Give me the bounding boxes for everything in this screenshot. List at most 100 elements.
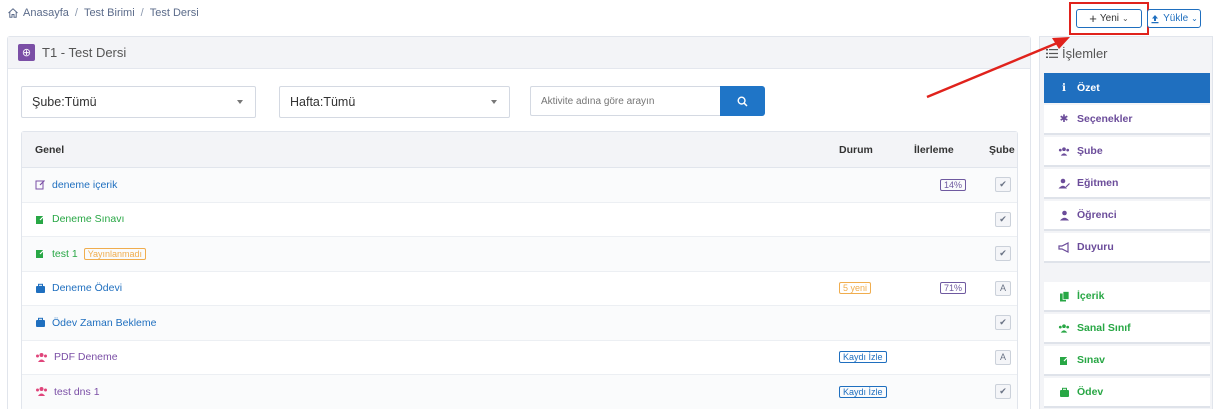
users-icon — [36, 352, 47, 362]
hafta-filter-value: Hafta:Tümü — [290, 95, 356, 109]
activity-link[interactable]: PDF Deneme — [35, 351, 118, 363]
edit-icon — [36, 214, 45, 224]
breadcrumb-separator: / — [140, 7, 144, 19]
sidebar-item-label: Sınav — [1077, 354, 1106, 366]
sidebar-item-odev[interactable]: Ödev — [1044, 378, 1210, 408]
briefcase-icon — [1058, 386, 1070, 398]
check-icon[interactable]: ✔ — [995, 384, 1011, 400]
check-icon[interactable]: ✔ — [995, 246, 1011, 262]
check-icon[interactable]: ✔ — [995, 315, 1011, 331]
sidebar-item-sinav[interactable]: Sınav — [1044, 346, 1210, 376]
header-sube: Şube — [989, 143, 1015, 156]
header-durum: Durum — [839, 143, 873, 156]
sidebar-item-duyuru[interactable]: Duyuru — [1044, 233, 1210, 263]
breadcrumb-home[interactable]: Anasayfa — [23, 7, 69, 19]
breadcrumb-course[interactable]: Test Dersi — [150, 7, 199, 19]
edit-icon — [36, 249, 45, 259]
progress-badge: 14% — [940, 178, 967, 191]
activity-link[interactable]: Ödev Zaman Bekleme — [35, 317, 156, 329]
table-row[interactable]: Deneme Ödevi 5 yeni 71% A — [22, 272, 1017, 306]
activity-link[interactable]: test 1 Yayınlanmadı — [35, 247, 147, 260]
sidebar-item-icerik[interactable]: İçerik — [1044, 282, 1210, 312]
list-icon — [1046, 48, 1058, 58]
activity-table: Genel Durum İlerleme Şube deneme içerik … — [21, 131, 1018, 409]
activity-name: Deneme Sınavı — [52, 213, 125, 226]
sidebar-item-label: Öğrenci — [1077, 209, 1117, 221]
files-icon — [1058, 290, 1070, 302]
sidebar-item-label: Ödev — [1077, 386, 1104, 398]
course-card: ⊕ T1 - Test Dersi Şube:Tümü Hafta:Tümü G… — [7, 36, 1031, 409]
edit-outline-icon — [35, 180, 45, 190]
search-icon — [737, 95, 748, 107]
header-ilerleme: İlerleme — [914, 143, 954, 156]
sidebar-item-ogrenci[interactable]: Öğrenci — [1044, 201, 1210, 231]
watch-recording-badge[interactable]: Kaydı İzle — [839, 385, 887, 398]
course-header: ⊕ T1 - Test Dersi — [8, 37, 1030, 69]
check-icon[interactable]: ✔ — [995, 177, 1011, 193]
briefcase-icon — [36, 283, 45, 293]
sidebar-item-sanal-sinif[interactable]: Sanal Sınıf — [1044, 314, 1210, 344]
sidebar-item-label: Eğitmen — [1077, 177, 1119, 189]
section-badge[interactable]: A — [995, 280, 1011, 296]
table-row[interactable]: PDF Deneme Kaydı İzle A — [22, 341, 1017, 375]
table-row[interactable]: test dns 1 Kaydı İzle ✔ — [22, 375, 1017, 409]
activity-link[interactable]: test dns 1 — [35, 386, 100, 398]
upload-button[interactable]: Yükle ⌄ — [1147, 9, 1201, 28]
breadcrumb: Anasayfa / Test Birimi / Test Dersi — [7, 6, 199, 20]
sidebar-item-ozet[interactable]: i Özet — [1044, 73, 1210, 103]
new-count-badge[interactable]: 5 yeni — [839, 282, 872, 295]
activity-link[interactable]: Deneme Sınavı — [35, 213, 124, 225]
activity-name: PDF Deneme — [54, 351, 118, 364]
table-row[interactable]: Ödev Zaman Bekleme ✔ — [22, 306, 1017, 341]
sidebar-title: İşlemler — [1062, 45, 1108, 61]
megaphone-icon — [1058, 241, 1070, 253]
section-badge[interactable]: A — [995, 349, 1011, 365]
upload-button-label: Yükle — [1163, 13, 1189, 24]
sidebar-item-label: Şube — [1077, 145, 1103, 157]
watch-recording-badge[interactable]: Kaydı İzle — [839, 351, 887, 364]
activity-name: Ödev Zaman Bekleme — [52, 316, 157, 329]
sube-filter-value: Şube:Tümü — [32, 95, 97, 109]
globe-icon: ⊕ — [18, 44, 35, 61]
activity-search-input[interactable] — [530, 86, 721, 116]
sube-filter-select[interactable]: Şube:Tümü — [21, 86, 256, 118]
activity-link[interactable]: deneme içerik — [35, 179, 117, 191]
sidebar-item-label: Seçenekler — [1077, 113, 1133, 125]
breadcrumb-separator: / — [74, 7, 78, 19]
gear-icon: ✱ — [1059, 113, 1069, 125]
user-icon — [1058, 209, 1070, 221]
progress-badge: 71% — [940, 282, 967, 295]
users-icon — [1058, 322, 1070, 334]
activity-link[interactable]: Deneme Ödevi — [35, 282, 122, 294]
edit-icon — [1058, 354, 1070, 366]
users-icon — [1058, 145, 1070, 157]
upload-icon — [1151, 14, 1159, 23]
course-title: T1 - Test Dersi — [42, 45, 127, 60]
table-header: Genel Durum İlerleme Şube — [22, 132, 1017, 168]
table-row[interactable]: deneme içerik 14% ✔ — [22, 168, 1017, 203]
hafta-filter-select[interactable]: Hafta:Tümü — [279, 86, 510, 118]
activity-name: Deneme Ödevi — [52, 282, 123, 295]
sidebar-item-label: Özet — [1077, 82, 1100, 94]
table-row[interactable]: test 1 Yayınlanmadı ✔ — [22, 237, 1017, 272]
chevron-down-icon: ⌄ — [1191, 14, 1198, 23]
actions-sidebar: İşlemler i Özet ✱ Seçenekler Şube Eğitme… — [1039, 36, 1213, 409]
breadcrumb-unit[interactable]: Test Birimi — [84, 7, 135, 19]
sidebar-item-label: Sanal Sınıf — [1077, 322, 1131, 334]
caret-down-icon — [491, 100, 497, 104]
sidebar-item-label: İçerik — [1077, 290, 1105, 302]
sidebar-item-sube[interactable]: Şube — [1044, 137, 1210, 167]
user-edit-icon — [1058, 177, 1070, 189]
sidebar-item-label: Duyuru — [1077, 241, 1114, 253]
home-icon[interactable] — [7, 7, 19, 19]
table-row[interactable]: Deneme Sınavı ✔ — [22, 203, 1017, 237]
header-genel: Genel — [35, 143, 65, 156]
search-button[interactable] — [720, 86, 765, 116]
info-icon: i — [1062, 82, 1066, 94]
check-icon[interactable]: ✔ — [995, 211, 1011, 227]
sidebar-item-secenekler[interactable]: ✱ Seçenekler — [1044, 105, 1210, 135]
unpublished-badge: Yayınlanmadı — [83, 247, 147, 260]
users-icon — [36, 387, 47, 397]
caret-down-icon — [237, 100, 243, 104]
sidebar-item-egitmen[interactable]: Eğitmen — [1044, 169, 1210, 199]
